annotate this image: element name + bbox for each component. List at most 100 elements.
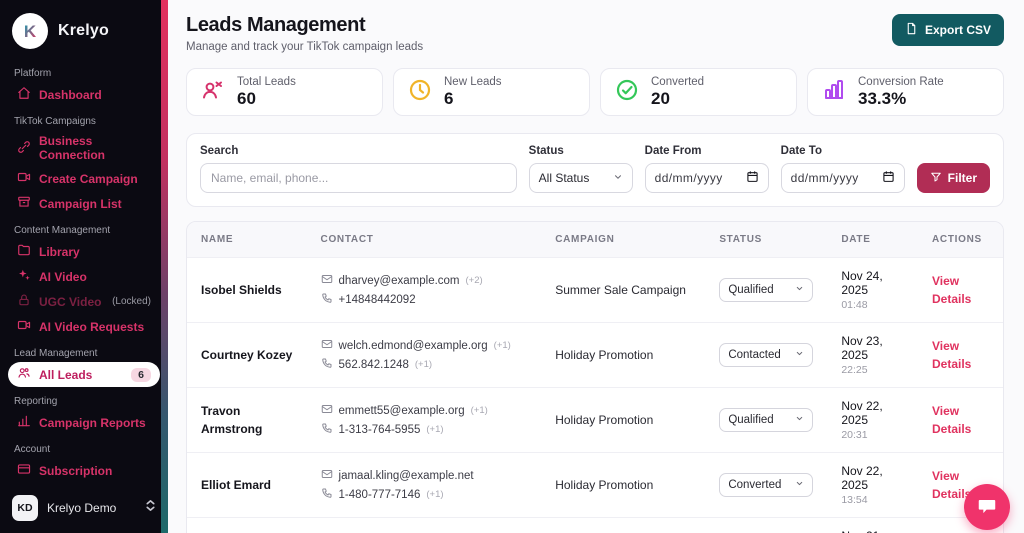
table-row: Courtney Kozey welch.edmond@example.org (… (187, 322, 1003, 388)
nav-section-tiktok-campaigns: TikTok Campaigns (14, 116, 96, 127)
sidebar-item-label: Subscription (39, 463, 113, 478)
table-row: Elliot Emard jamaal.kling@example.net 1-… (187, 452, 1003, 518)
status-dropdown[interactable]: Qualified (719, 408, 814, 432)
sidebar-item-campaign-reports[interactable]: Campaign Reports (8, 410, 160, 435)
column-header-campaign: CAMPAIGN (541, 222, 706, 258)
lead-campaign: Holiday Promotion (555, 478, 654, 492)
column-header-status: STATUS (705, 222, 828, 258)
lead-phone: 1-480-777-7146 (338, 488, 421, 501)
sidebar-nav: Platform Dashboard TikTok Campaigns Busi… (0, 57, 168, 485)
status-dropdown[interactable]: Contacted (719, 343, 814, 367)
status-dropdown[interactable]: Converted (719, 473, 814, 497)
lead-email-line: jamaal.kling@example.net (321, 468, 528, 483)
lead-date: Nov 23, 2025 (841, 334, 883, 362)
lead-email: dharvey@example.com (338, 274, 460, 287)
sidebar-item-label: Create Campaign (39, 171, 138, 186)
view-details-link[interactable]: View Details (932, 274, 971, 306)
link-icon (17, 140, 31, 157)
status-label: Status (528, 145, 564, 157)
status-value: Qualified (728, 284, 774, 296)
date-from-group: Date From dd/mm/yyyy (644, 145, 769, 193)
lead-time: 20:31 (841, 429, 868, 441)
main-content: Leads Management Manage and track your T… (168, 0, 1024, 533)
date-from-input[interactable]: dd/mm/yyyy (644, 163, 769, 193)
lead-date: Nov 21, 2025 (841, 529, 904, 533)
stats-row: Total Leads 60 New Leads 6 Converted 20 (186, 68, 1004, 116)
chevron-down-icon (795, 414, 804, 426)
lead-date: Nov 22, 2025 (841, 464, 883, 492)
lead-email: welch.edmond@example.org (338, 339, 488, 352)
view-details-link[interactable]: View Details (932, 339, 971, 371)
table-row: Felton Donnelly haley.gusikowski@example… (187, 517, 1003, 533)
stat-value: 6 (444, 88, 454, 108)
bar-chart-icon (822, 78, 846, 107)
sidebar-item-ugc-video[interactable]: UGC Video (Locked) (8, 289, 160, 314)
sidebar-item-label: Dashboard (39, 87, 102, 102)
status-select[interactable]: All Status (528, 163, 633, 193)
lead-email-line: welch.edmond@example.org (+1) (321, 338, 528, 353)
sidebar-item-business-connection[interactable]: Business Connection (8, 130, 160, 166)
lead-date: Nov 24, 2025 (841, 269, 883, 297)
view-details-link[interactable]: View Details (932, 404, 971, 436)
envelope-icon (321, 403, 333, 418)
bar-chart-icon (17, 414, 31, 431)
filter-bar: Search Status All Status Date From dd/mm… (186, 133, 1004, 207)
status-dropdown[interactable]: Qualified (719, 278, 814, 302)
credit-card-icon (17, 462, 31, 479)
sidebar-item-ai-video-requests[interactable]: AI Video Requests (8, 314, 160, 339)
lead-phone: 1-313-764-5955 (338, 423, 421, 436)
file-icon (905, 22, 918, 38)
phone-icon (321, 357, 333, 372)
home-icon (17, 86, 31, 103)
sidebar-item-campaign-list[interactable]: Campaign List (8, 191, 160, 216)
lead-campaign: Holiday Promotion (555, 348, 654, 362)
sidebar-item-ai-video[interactable]: AI Video (8, 264, 160, 289)
phone-extra-count: (+1) (426, 424, 444, 435)
lead-phone: +14848442092 (338, 293, 416, 306)
sidebar-item-subscription[interactable]: Subscription (8, 458, 160, 483)
date-to-input[interactable]: dd/mm/yyyy (780, 163, 905, 193)
stat-text: New Leads 6 (444, 76, 502, 109)
export-csv-button[interactable]: Export CSV (891, 14, 1004, 46)
sidebar-item-label: Library (39, 244, 80, 259)
sidebar-item-label: All Leads (39, 367, 93, 382)
stat-card-new-leads: New Leads 6 (393, 68, 590, 116)
sidebar-user-menu[interactable]: KD Krelyo Demo (0, 485, 168, 533)
lead-email: jamaal.kling@example.net (338, 469, 474, 482)
phone-icon (321, 487, 333, 502)
user-name: Krelyo Demo (47, 501, 117, 515)
envelope-icon (321, 273, 333, 288)
sidebar-item-all-leads[interactable]: All Leads 6 (8, 362, 160, 387)
lock-icon (17, 293, 31, 310)
lead-phone-line: +14848442092 (321, 292, 528, 307)
search-input[interactable] (200, 163, 517, 193)
video-camera-icon (17, 318, 31, 335)
stat-card-converted: Converted 20 (600, 68, 797, 116)
date-to-label: Date To (780, 145, 822, 157)
chat-widget-button[interactable] (964, 484, 1010, 530)
lead-email: emmett55@example.org (338, 404, 465, 417)
check-circle-icon (615, 78, 639, 107)
svg-text:K: K (24, 22, 37, 41)
phone-extra-count: (+1) (414, 359, 433, 370)
search-label: Search (200, 145, 239, 157)
lead-phone-line: 562.842.1248 (+1) (321, 357, 528, 372)
stat-value: 20 (651, 88, 670, 108)
nav-section-reporting: Reporting (14, 396, 58, 407)
lead-time: 22:25 (841, 364, 868, 376)
chevron-down-icon (795, 479, 804, 491)
folder-icon (17, 243, 31, 260)
leads-table-card: NAME CONTACT CAMPAIGN STATUS DATE ACTION… (186, 221, 1004, 533)
sidebar-item-library[interactable]: Library (8, 239, 160, 264)
stat-label: Total Leads (237, 75, 296, 88)
lead-time: 01:48 (841, 299, 868, 311)
lead-campaign: Summer Sale Campaign (555, 283, 686, 297)
sidebar-item-create-campaign[interactable]: Create Campaign (8, 166, 160, 191)
sidebar-item-dashboard[interactable]: Dashboard (8, 82, 160, 107)
column-header-date: DATE (827, 222, 918, 258)
filter-button[interactable]: Filter (916, 163, 990, 193)
chat-bubble-icon (976, 495, 998, 520)
search-group: Search (200, 145, 517, 193)
status-value: Qualified (728, 414, 774, 426)
leads-icon (201, 78, 225, 107)
